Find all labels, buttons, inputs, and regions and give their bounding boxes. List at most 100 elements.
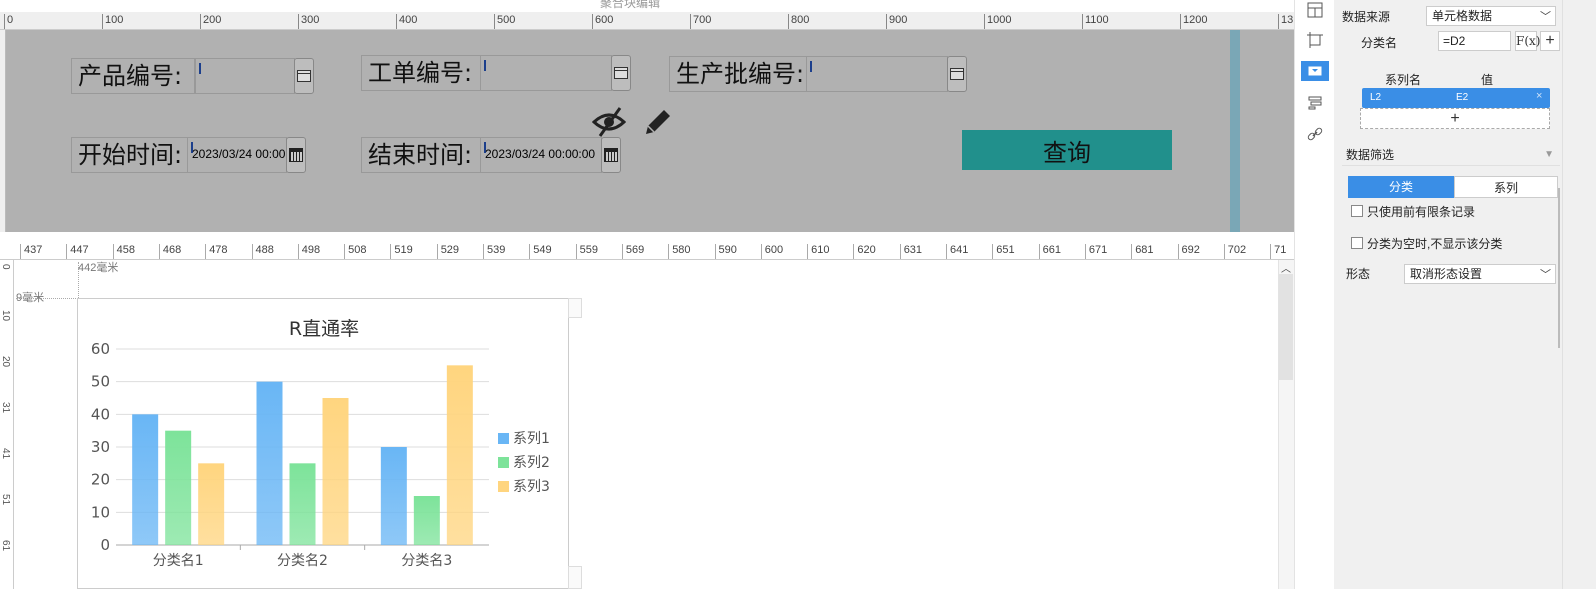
- batch-no-picker-button[interactable]: [947, 56, 967, 92]
- ruler-tick: 0: [0, 264, 11, 270]
- y-tick-label: 0: [100, 536, 110, 554]
- series-name-cell[interactable]: L2: [1370, 92, 1381, 103]
- add-series-button[interactable]: +: [1360, 108, 1550, 129]
- ruler-tick: 400: [396, 14, 417, 29]
- ruler-tick: 1200: [1180, 14, 1207, 29]
- legend-label: 系列1: [513, 431, 550, 447]
- hide-empty-label: 分类为空时,不显示该分类: [1367, 237, 1503, 251]
- tool-strip: [1294, 0, 1334, 589]
- start-time-value: 2023/03/24 00:00: [192, 147, 286, 161]
- end-time-value: 2023/03/24 00:00:00: [485, 147, 596, 161]
- bar: [413, 496, 440, 545]
- delete-row-icon[interactable]: ×: [1536, 90, 1542, 102]
- chart-data-icon[interactable]: [1301, 61, 1329, 81]
- ruler-tick: 447: [66, 244, 89, 259]
- guide-label-x: 442毫米: [78, 262, 119, 274]
- morph-select[interactable]: 取消形态设置 ﹀: [1404, 264, 1556, 284]
- ruler-tick: 1100: [1082, 14, 1109, 29]
- ruler-tick: 681: [1131, 244, 1154, 259]
- data-filter-section[interactable]: 数据筛选 ▼: [1342, 144, 1560, 166]
- y-tick-label: 60: [91, 340, 110, 358]
- widget-properties-icon[interactable]: [1305, 0, 1325, 20]
- limited-records-label: 只使用前有限条记录: [1367, 205, 1476, 219]
- window-title: 聚合块编辑: [600, 0, 661, 10]
- series-name-header: 系列名: [1385, 73, 1422, 87]
- end-time-calendar-button[interactable]: [601, 137, 621, 173]
- ruler-tick: 620: [853, 244, 876, 259]
- horizontal-ruler-chart: 437 447 458 468 478 488 498 508 519 529 539 549 559 5…: [0, 242, 1294, 260]
- ruler-tick: 900: [886, 14, 907, 29]
- chart-title: R直通率: [289, 318, 359, 340]
- form-resize-strip[interactable]: [1230, 30, 1240, 232]
- bar: [446, 365, 473, 545]
- ruler-tick: 200: [200, 14, 221, 29]
- formula-fx-button[interactable]: F(x): [1515, 31, 1540, 51]
- bar: [322, 398, 349, 545]
- y-tick-label: 10: [91, 503, 110, 521]
- bar: [380, 447, 407, 545]
- x-tick-label: 分类名2: [277, 553, 328, 569]
- work-order-input[interactable]: [480, 55, 612, 91]
- ruler-tick: 508: [344, 244, 366, 259]
- series-row[interactable]: L2 E2 ×: [1362, 88, 1550, 108]
- window-icon: [297, 70, 311, 82]
- chevron-down-icon: ﹀: [1540, 269, 1551, 281]
- guide-label-y: 9毫米: [16, 292, 45, 304]
- data-source-label: 数据来源: [1342, 10, 1391, 24]
- product-no-input[interactable]: [195, 58, 295, 94]
- edit-pencil-icon[interactable]: [642, 106, 674, 141]
- chevron-down-icon: ▼: [1544, 149, 1554, 160]
- ruler-tick: 61: [0, 540, 11, 552]
- ruler-tick: 51: [0, 494, 11, 506]
- morph-label: 形态: [1346, 267, 1371, 281]
- ruler-tick: 590: [714, 244, 737, 259]
- hyperlink-icon[interactable]: [1305, 124, 1325, 144]
- data-source-select[interactable]: 单元格数据 ﹀: [1426, 6, 1556, 26]
- ruler-tick: 1000: [984, 14, 1011, 29]
- limited-records-checkbox[interactable]: [1351, 205, 1363, 217]
- product-no-picker-button[interactable]: [294, 58, 314, 94]
- ruler-tick: 519: [390, 244, 413, 259]
- ruler-tick: 671: [1084, 244, 1107, 259]
- calendar-icon: [289, 148, 303, 162]
- work-order-picker-button[interactable]: [611, 55, 631, 91]
- chart-resize-handle-bottom[interactable]: [568, 566, 582, 589]
- chart-resize-handle-top[interactable]: [568, 298, 582, 318]
- legend-swatch: [498, 481, 509, 492]
- chart-style-icon[interactable]: [1305, 93, 1325, 113]
- category-formula-input[interactable]: =D2: [1438, 31, 1511, 51]
- end-time-input[interactable]: 2023/03/24 00:00:00: [480, 137, 602, 173]
- panel-edge: [1562, 0, 1596, 589]
- position-frame-icon[interactable]: [1305, 30, 1325, 50]
- chart-widget[interactable]: R直通率 0 10 20 30 40 50 60 分类名1 分类名2 分类名3 系列1 系列2 系列3: [77, 298, 569, 589]
- tab-category[interactable]: 分类: [1348, 176, 1454, 198]
- data-filter-title: 数据筛选: [1346, 148, 1395, 162]
- hide-eye-icon[interactable]: [591, 106, 627, 141]
- value-header: 值: [1481, 73, 1494, 87]
- scroll-up-chevron-icon[interactable]: ︿: [1279, 260, 1293, 275]
- ruler-tick: 13: [1278, 14, 1293, 29]
- ruler-tick: 700: [690, 14, 711, 29]
- ruler-tick: 488: [251, 244, 274, 259]
- ruler-tick: 600: [760, 244, 783, 259]
- window-icon: [614, 67, 628, 79]
- ruler-tick: 41: [0, 448, 11, 460]
- ruler-tick: 692: [1177, 244, 1200, 259]
- ruler-tick: 10: [0, 310, 11, 322]
- scrollbar-thumb[interactable]: [1279, 274, 1293, 380]
- start-time-input[interactable]: 2023/03/24 00:00: [187, 137, 287, 173]
- batch-no-input[interactable]: [806, 56, 948, 92]
- start-time-label: 开始时间:: [71, 137, 189, 173]
- query-button[interactable]: 查询: [962, 130, 1172, 170]
- ruler-tick: 800: [788, 14, 809, 29]
- morph-value: 取消形态设置: [1410, 267, 1483, 281]
- add-category-button[interactable]: +: [1540, 31, 1560, 51]
- ruler-tick: 498: [297, 244, 320, 259]
- panel-scrollbar[interactable]: [1558, 188, 1560, 348]
- series-value-cell[interactable]: E2: [1456, 92, 1468, 103]
- hide-empty-checkbox[interactable]: [1351, 237, 1363, 249]
- ruler-tick: 569: [621, 244, 644, 259]
- ruler-tick: 500: [494, 14, 515, 29]
- tab-series[interactable]: 系列: [1454, 176, 1558, 198]
- start-time-calendar-button[interactable]: [286, 137, 306, 173]
